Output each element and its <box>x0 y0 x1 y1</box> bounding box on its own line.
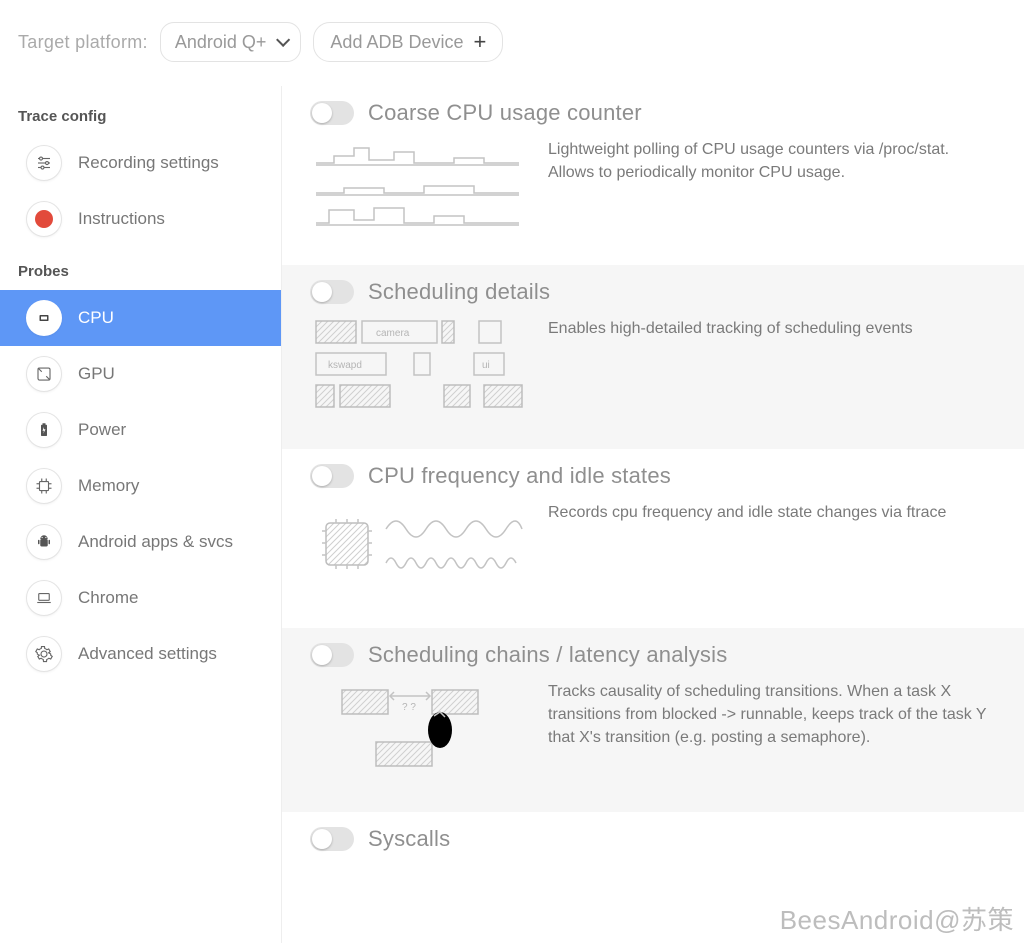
svg-text:kswapd: kswapd <box>328 360 362 371</box>
add-adb-device-label: Add ADB Device <box>330 32 463 53</box>
platform-selected-value: Android Q+ <box>175 32 267 53</box>
probe-coarse-cpu-usage: Coarse CPU usage counter Lightweight pol… <box>282 86 1024 265</box>
sidebar-item-label: Android apps & svcs <box>78 532 233 552</box>
sidebar: Trace config Recording settings Instruct… <box>0 86 282 943</box>
sidebar-item-advanced-settings[interactable]: Advanced settings <box>0 626 281 682</box>
probe-title: Coarse CPU usage counter <box>368 100 642 126</box>
gpu-icon <box>26 356 62 392</box>
sidebar-item-label: Recording settings <box>78 153 219 173</box>
sidebar-item-label: Advanced settings <box>78 644 217 664</box>
sidebar-item-android-apps[interactable]: Android apps & svcs <box>0 514 281 570</box>
android-icon <box>26 524 62 560</box>
probe-title: Scheduling chains / latency analysis <box>368 642 727 668</box>
probe-description: Tracks causality of scheduling transitio… <box>548 680 988 750</box>
probe-syscalls: Syscalls <box>282 812 1024 896</box>
cpu-chip-icon <box>26 300 62 336</box>
svg-text:ui: ui <box>482 360 490 371</box>
probe-cpu-frequency: CPU frequency and idle states Records cp… <box>282 449 1024 628</box>
sidebar-item-power[interactable]: Power <box>0 402 281 458</box>
section-title-trace-config: Trace config <box>0 92 281 135</box>
sidebar-item-cpu[interactable]: CPU <box>0 290 281 346</box>
toggle-cpu-frequency[interactable] <box>310 464 354 488</box>
probe-title: Syscalls <box>368 826 450 852</box>
toggle-coarse-cpu-usage[interactable] <box>310 101 354 125</box>
topbar: Target platform: Android Q+ Add ADB Devi… <box>0 0 1024 86</box>
sidebar-item-label: GPU <box>78 364 115 384</box>
probe-description: Enables high-detailed tracking of schedu… <box>548 317 913 340</box>
sidebar-item-memory[interactable]: Memory <box>0 458 281 514</box>
plus-icon: + <box>474 31 487 53</box>
toggle-scheduling-details[interactable] <box>310 280 354 304</box>
gear-icon <box>26 636 62 672</box>
sidebar-item-label: Chrome <box>78 588 138 608</box>
sidebar-item-label: Power <box>78 420 126 440</box>
probe-title: Scheduling details <box>368 279 550 305</box>
sparkline-icon <box>314 138 524 233</box>
probes-panel: Coarse CPU usage counter Lightweight pol… <box>282 86 1024 943</box>
add-adb-device-button[interactable]: Add ADB Device + <box>313 22 503 62</box>
probe-description: Records cpu frequency and idle state cha… <box>548 501 946 524</box>
probe-title: CPU frequency and idle states <box>368 463 671 489</box>
sidebar-item-recording-settings[interactable]: Recording settings <box>0 135 281 191</box>
svg-text:camera: camera <box>376 328 410 339</box>
memory-icon <box>26 468 62 504</box>
sidebar-item-label: Instructions <box>78 209 165 229</box>
toggle-syscalls[interactable] <box>310 827 354 851</box>
battery-icon <box>26 412 62 448</box>
section-title-probes: Probes <box>0 247 281 290</box>
record-icon <box>26 201 62 237</box>
chevron-down-icon <box>276 33 290 47</box>
svg-text:? ?: ? ? <box>402 702 416 713</box>
sliders-icon <box>26 145 62 181</box>
sidebar-item-chrome[interactable]: Chrome <box>0 570 281 626</box>
platform-select[interactable]: Android Q+ <box>160 22 302 62</box>
probe-scheduling-details: Scheduling details camera kswapd ui <box>282 265 1024 449</box>
sidebar-item-gpu[interactable]: GPU <box>0 346 281 402</box>
sidebar-item-label: Memory <box>78 476 139 496</box>
latency-graph-icon: ? ? <box>314 680 524 780</box>
toggle-scheduling-chains[interactable] <box>310 643 354 667</box>
probe-description: Lightweight polling of CPU usage counter… <box>548 138 988 184</box>
cpu-wave-icon <box>314 501 524 596</box>
sidebar-item-label: CPU <box>78 308 114 328</box>
schedule-blocks-icon: camera kswapd ui <box>314 317 524 417</box>
sidebar-item-instructions[interactable]: Instructions <box>0 191 281 247</box>
target-platform-label: Target platform: <box>18 32 148 53</box>
laptop-icon <box>26 580 62 616</box>
probe-scheduling-chains: Scheduling chains / latency analysis ? ?… <box>282 628 1024 812</box>
